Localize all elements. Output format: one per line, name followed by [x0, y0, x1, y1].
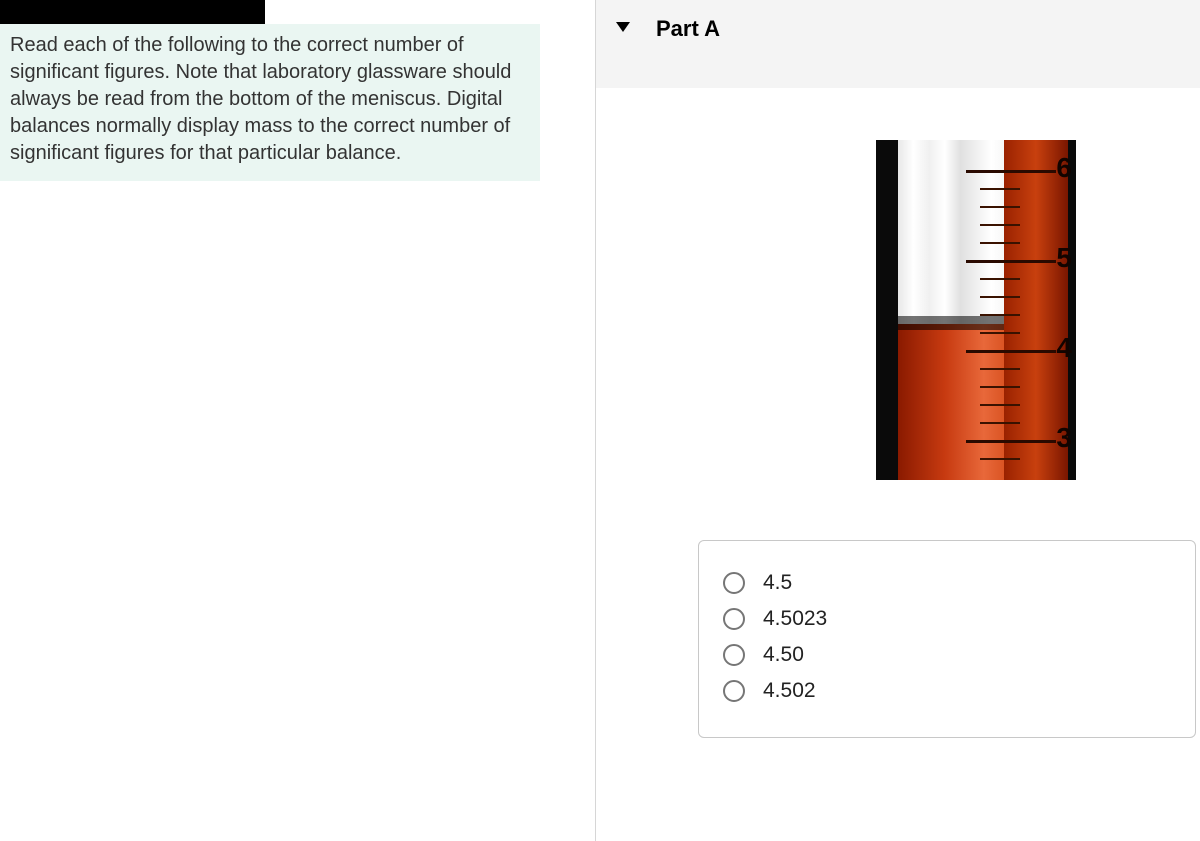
option-3[interactable]: 4.50	[723, 643, 1171, 667]
radio-icon	[723, 680, 745, 702]
part-header[interactable]: Part A	[596, 0, 1200, 88]
option-label: 4.502	[763, 679, 816, 703]
left-panel: Read each of the following to the correc…	[0, 0, 540, 181]
part-title: Part A	[656, 16, 720, 42]
scale-number: 6	[1056, 152, 1072, 184]
scale-number: 3	[1056, 422, 1072, 454]
caret-down-icon	[616, 22, 630, 32]
radio-icon	[723, 644, 745, 666]
vertical-divider	[595, 0, 596, 841]
radio-icon	[723, 572, 745, 594]
option-label: 4.5023	[763, 607, 827, 631]
option-4[interactable]: 4.502	[723, 679, 1171, 703]
option-label: 4.5	[763, 571, 792, 595]
option-1[interactable]: 4.5	[723, 571, 1171, 595]
option-label: 4.50	[763, 643, 804, 667]
question-prompt: Read each of the following to the correc…	[0, 24, 540, 181]
graduated-cylinder-image: 6 5 4 3	[876, 140, 1076, 480]
redaction-bar	[0, 0, 265, 24]
radio-icon	[723, 608, 745, 630]
scale-number: 4	[1056, 332, 1072, 364]
option-2[interactable]: 4.5023	[723, 607, 1171, 631]
scale-number: 5	[1056, 242, 1072, 274]
answer-options: 4.5 4.5023 4.50 4.502	[698, 540, 1196, 738]
right-panel: Part A 6 5 4 3 4.5	[596, 0, 1200, 88]
